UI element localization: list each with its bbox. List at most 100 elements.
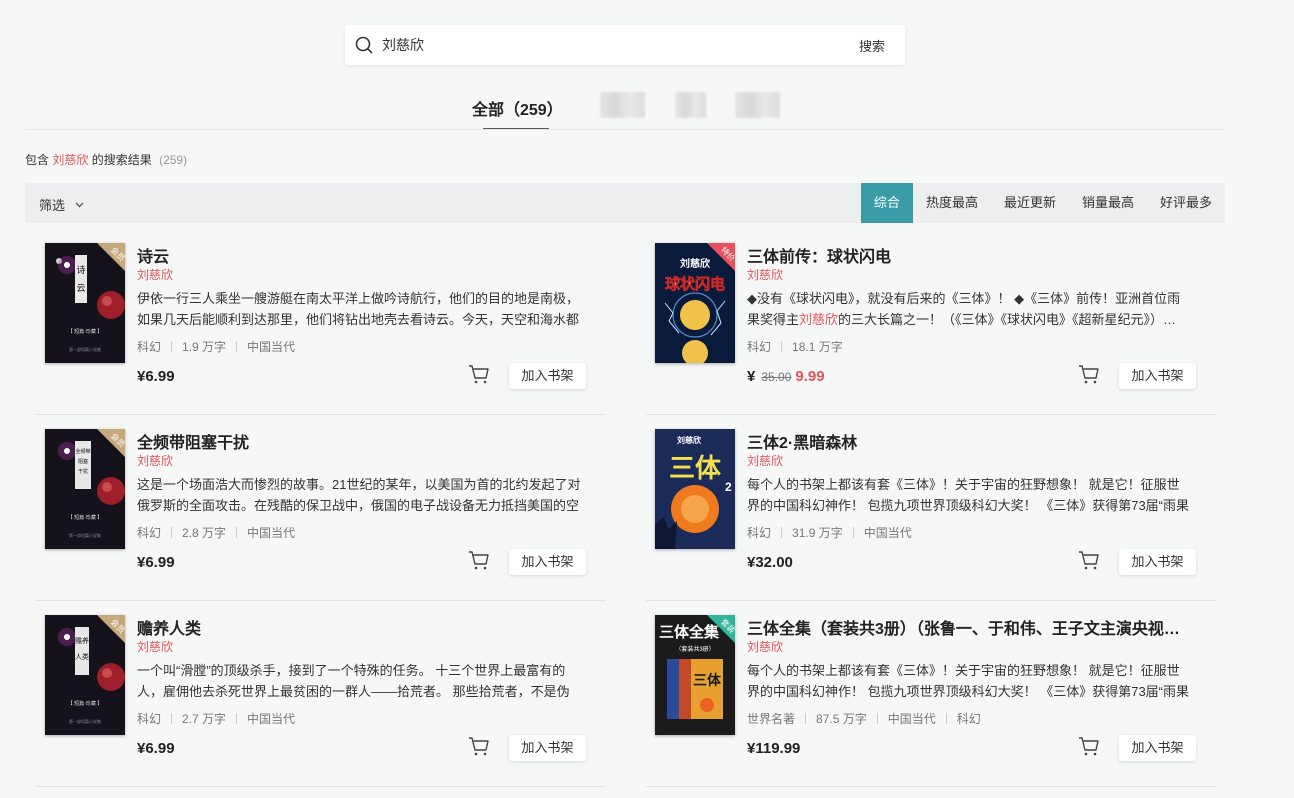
- tab-blurred-3[interactable]: [735, 92, 780, 118]
- book-price: ¥6.99: [137, 740, 175, 757]
- book-category[interactable]: 科幻: [137, 338, 161, 355]
- add-to-shelf-button[interactable]: 加入书架: [1119, 549, 1196, 575]
- book-category[interactable]: 世界名著: [747, 710, 795, 727]
- cart-icon[interactable]: [1078, 364, 1100, 384]
- book-price: ¥6.99: [137, 554, 175, 571]
- svg-text:赡养: 赡养: [75, 636, 89, 645]
- book-description: 一个叫“滑膛”的顶级杀手，接到了一个特殊的任务。 十三个世界上最富有的人，雇佣他…: [137, 663, 570, 699]
- cart-icon[interactable]: [468, 736, 490, 756]
- book-title[interactable]: 赡养人类: [137, 615, 587, 639]
- svg-text:第一部短篇小说集: 第一部短篇小说集: [69, 718, 101, 724]
- book-title[interactable]: 三体前传：球状闪电: [747, 243, 1197, 267]
- book-cover[interactable]: 赡养 人类 【 短篇·珍藏 】 第一部短篇小说集 会员: [45, 615, 125, 735]
- book-meta: 科幻 2.7 万字 中国当代: [137, 710, 295, 727]
- original-price: 35.00: [761, 370, 792, 384]
- svg-text:【 短篇·珍藏 】: 【 短篇·珍藏 】: [68, 328, 102, 335]
- sort-hottest[interactable]: 热度最高: [913, 183, 991, 223]
- cart-icon[interactable]: [1078, 736, 1100, 756]
- summary-suffix: 的搜索结果: [91, 153, 152, 167]
- sort-latest[interactable]: 最近更新: [991, 183, 1069, 223]
- sale-price: 9.99: [795, 368, 825, 385]
- book-region[interactable]: 中国当代: [247, 524, 295, 541]
- book-author[interactable]: 刘慈欣: [137, 638, 173, 655]
- svg-text:三体: 三体: [693, 672, 722, 688]
- add-to-shelf-button[interactable]: 加入书架: [1119, 735, 1196, 761]
- book-category[interactable]: 科幻: [747, 524, 771, 541]
- book-author[interactable]: 刘慈欣: [747, 638, 783, 655]
- tab-all[interactable]: 全部（259）: [472, 96, 563, 120]
- svg-text:云: 云: [76, 283, 85, 293]
- sort-top-rated[interactable]: 好评最多: [1147, 183, 1225, 223]
- book-region[interactable]: 中国当代: [888, 710, 936, 727]
- book-item[interactable]: 全频带 阻塞 干扰 【 短篇·珍藏 】 第一部短篇小说集 会员 全频带阻塞干扰 …: [36, 415, 606, 601]
- book-item[interactable]: 刘慈欣 三体 2 三体2·黑暗森林 刘慈欣 每个人的书架上都该有套《三体》！关于…: [646, 415, 1216, 601]
- summary-count: (259): [159, 153, 188, 167]
- book-cover[interactable]: 诗 云 【 短篇·珍藏 】 第一部短篇小说集 会员: [45, 243, 125, 363]
- book-title[interactable]: 全频带阻塞干扰: [137, 429, 587, 453]
- book-meta: 科幻 1.9 万字 中国当代: [137, 338, 295, 355]
- svg-text:2: 2: [725, 480, 732, 494]
- book-title[interactable]: 三体2·黑暗森林: [747, 429, 1197, 453]
- svg-text:阻塞: 阻塞: [78, 458, 88, 465]
- svg-text:干扰: 干扰: [78, 468, 88, 475]
- desc-text: 的三大长篇之一！（《三体》《球状闪电》《超新星纪元》）…: [838, 312, 1177, 327]
- tab-blurred-1[interactable]: [600, 92, 645, 118]
- sort-bestselling[interactable]: 销量最高: [1069, 183, 1147, 223]
- book-item[interactable]: 三体全集 （套装共3册） 三体 套装 三体全集（套装共3册）（张鲁一、于和伟、王…: [646, 601, 1216, 787]
- book-region[interactable]: 中国当代: [247, 338, 295, 355]
- add-to-shelf-button[interactable]: 加入书架: [509, 549, 586, 575]
- svg-text:【 短篇·珍藏 】: 【 短篇·珍藏 】: [68, 700, 102, 707]
- book-description: 伊依一行三人乘坐一艘游艇在南太平洋上做吟诗航行，他们的目的地是南极，如果几天后能…: [137, 291, 580, 327]
- svg-text:三体全集: 三体全集: [659, 623, 720, 641]
- book-description: 这是一个场面浩大而惨烈的故事。21世纪的某年，以美国为首的北约发起了对俄罗斯的全…: [137, 477, 581, 513]
- book-cover[interactable]: 全频带 阻塞 干扰 【 短篇·珍藏 】 第一部短篇小说集 会员: [45, 429, 125, 549]
- svg-text:刘慈欣: 刘慈欣: [677, 435, 702, 445]
- book-meta: 科幻 2.8 万字 中国当代: [137, 524, 295, 541]
- book-cover[interactable]: 三体全集 （套装共3册） 三体 套装: [655, 615, 735, 735]
- book-author[interactable]: 刘慈欣: [747, 266, 783, 283]
- cart-icon[interactable]: [1078, 550, 1100, 570]
- item-divider: [646, 786, 1216, 787]
- item-divider: [36, 786, 606, 787]
- add-to-shelf-button[interactable]: 加入书架: [509, 363, 586, 389]
- tab-blurred-2[interactable]: [675, 92, 706, 118]
- book-item[interactable]: 诗 云 【 短篇·珍藏 】 第一部短篇小说集 会员 诗云 刘慈欣 伊依一行三人乘…: [36, 229, 606, 415]
- book-title[interactable]: 三体全集（套装共3册）（张鲁一、于和伟、王子文主演央视…: [747, 615, 1197, 639]
- result-summary: 包含 刘慈欣 的搜索结果 (259): [25, 151, 187, 168]
- svg-text:（套装共3册）: （套装共3册）: [675, 645, 714, 653]
- cart-icon[interactable]: [468, 364, 490, 384]
- add-to-shelf-button[interactable]: 加入书架: [509, 735, 586, 761]
- tabs-divider: [25, 129, 1225, 130]
- book-word-count: 2.7 万字: [182, 712, 227, 726]
- book-category[interactable]: 科幻: [137, 710, 161, 727]
- sort-tabs: 综合 热度最高 最近更新 销量最高 好评最多: [860, 183, 1225, 223]
- book-author[interactable]: 刘慈欣: [137, 266, 173, 283]
- cart-icon[interactable]: [468, 550, 490, 570]
- book-category[interactable]: 科幻: [137, 524, 161, 541]
- book-word-count: 18.1 万字: [792, 340, 843, 354]
- book-title[interactable]: 诗云: [137, 243, 587, 267]
- book-meta: 科幻 31.9 万字 中国当代: [747, 524, 912, 541]
- svg-text:三体: 三体: [669, 453, 722, 483]
- book-item[interactable]: 刘慈欣 球状闪电 特价 三体前传：球状闪电 刘慈欣 ◆没有《球状闪电》，就没有后…: [646, 229, 1216, 415]
- book-cover[interactable]: 刘慈欣 三体 2: [655, 429, 735, 549]
- book-price: ¥6.99: [137, 368, 175, 385]
- svg-text:球状闪电: 球状闪电: [665, 275, 725, 293]
- book-author[interactable]: 刘慈欣: [137, 452, 173, 469]
- book-region[interactable]: 中国当代: [864, 524, 912, 541]
- search-input[interactable]: [382, 37, 859, 53]
- book-category[interactable]: 科幻: [747, 338, 771, 355]
- search-button[interactable]: 搜索: [859, 36, 885, 55]
- svg-text:全频带: 全频带: [75, 448, 90, 455]
- book-word-count: 2.8 万字: [182, 526, 227, 540]
- filter-dropdown[interactable]: 筛选: [39, 195, 84, 214]
- sort-comprehensive[interactable]: 综合: [860, 183, 913, 223]
- add-to-shelf-button[interactable]: 加入书架: [1119, 363, 1196, 389]
- book-cover[interactable]: 刘慈欣 球状闪电 特价: [655, 243, 735, 363]
- book-price: ¥32.00: [747, 554, 793, 571]
- book-tag[interactable]: 科幻: [957, 710, 981, 727]
- book-region[interactable]: 中国当代: [247, 710, 295, 727]
- book-item[interactable]: 赡养 人类 【 短篇·珍藏 】 第一部短篇小说集 会员 赡养人类 刘慈欣 一个叫…: [36, 601, 606, 787]
- book-description: 每个人的书架上都该有套《三体》！关于宇宙的狂野想象！ 就是它！征服世界的中国科幻…: [747, 663, 1190, 699]
- book-author[interactable]: 刘慈欣: [747, 452, 783, 469]
